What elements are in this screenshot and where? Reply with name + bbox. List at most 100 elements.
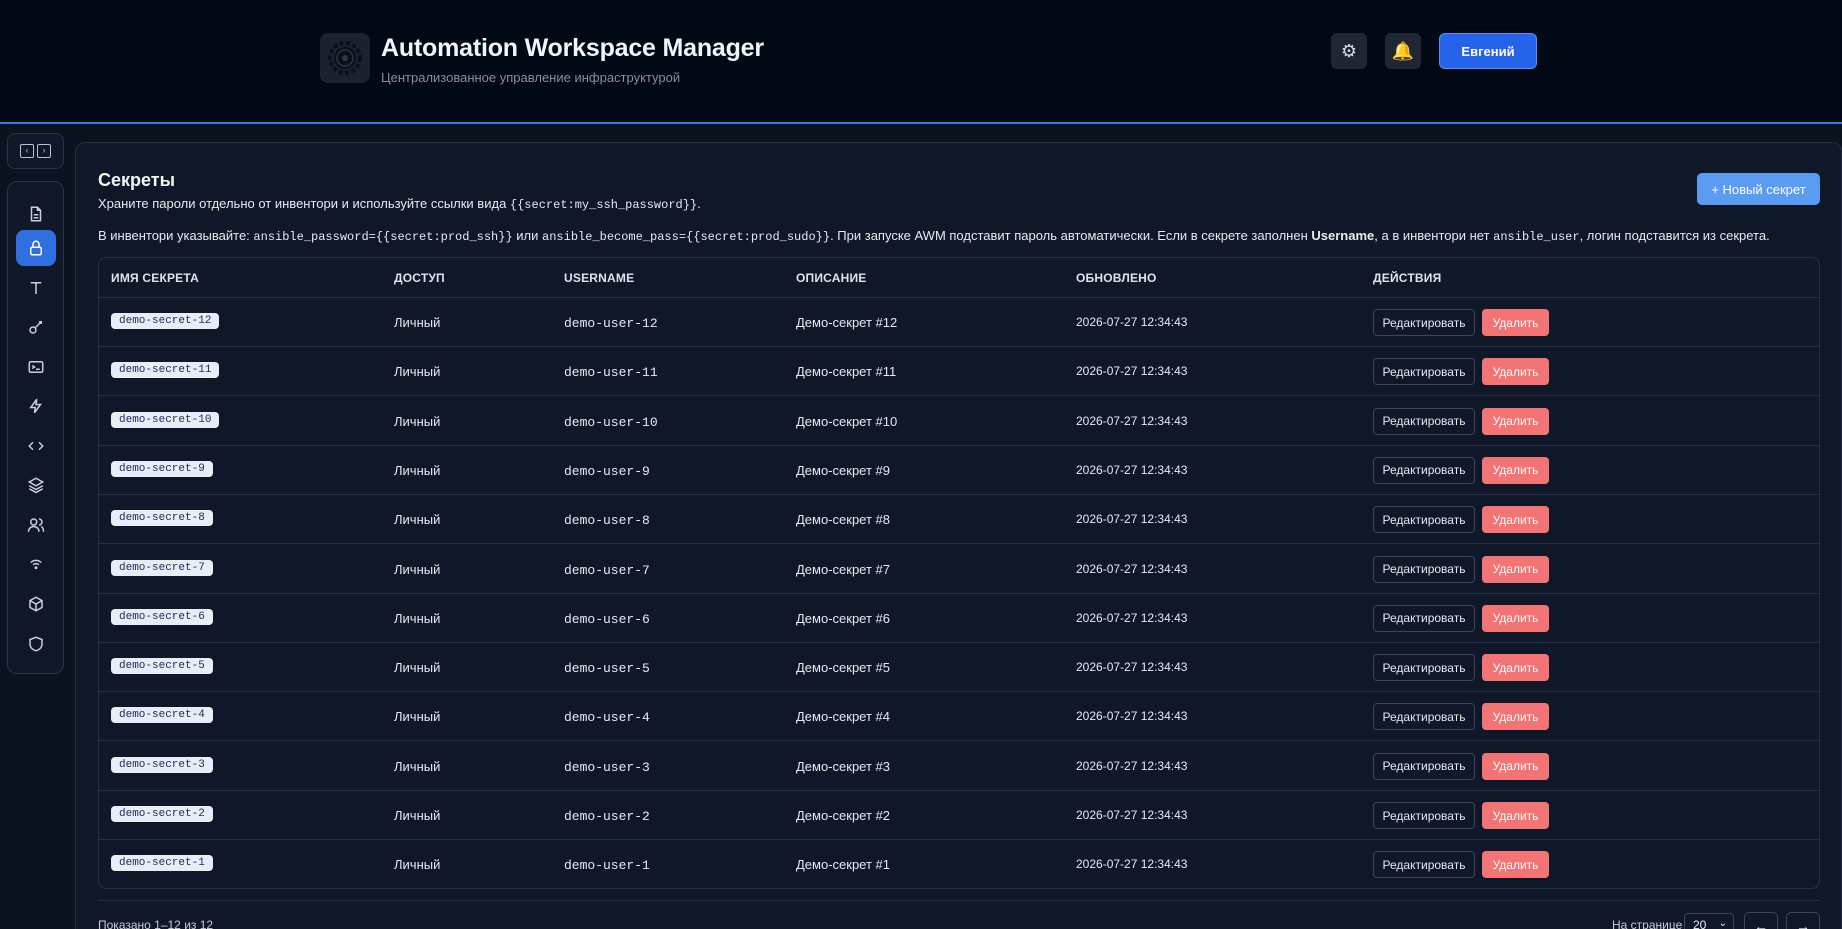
- edit-button[interactable]: Редактировать: [1373, 802, 1475, 829]
- gear-icon: ⚙: [1340, 40, 1358, 61]
- footer-divider: [98, 900, 1820, 901]
- column-header-access: ДОСТУП: [394, 271, 445, 285]
- wifi-icon: [30, 559, 42, 570]
- delete-button[interactable]: Удалить: [1482, 851, 1549, 879]
- secret-name-badge: demo-secret-7: [111, 559, 213, 576]
- updated-cell: 2026-07-27 12:34:43: [1076, 315, 1188, 329]
- layers-icon: [27, 477, 45, 494]
- document-icon: [30, 206, 42, 222]
- arrow-left-icon: ←: [1754, 918, 1768, 929]
- updated-cell: 2026-07-27 12:34:43: [1076, 709, 1188, 724]
- app-header: Automation Workspace Manager Централизов…: [0, 0, 1842, 124]
- edit-button[interactable]: Редактировать: [1373, 752, 1475, 780]
- table-row: demo-secret-11 Личный demo-user-11 Демо-сек…: [99, 347, 1819, 397]
- edit-button[interactable]: Редактировать: [1373, 456, 1475, 484]
- chevron-down-icon: ⌄: [1718, 918, 1727, 929]
- updated-cell: 2026-07-27 12:34:43: [1076, 413, 1188, 428]
- delete-button[interactable]: Удалить: [1482, 456, 1549, 484]
- sidebar-item-packages[interactable]: [16, 586, 56, 622]
- sidebar-item-security[interactable]: [16, 626, 56, 662]
- secret-name-badge: demo-secret-9: [111, 460, 213, 477]
- bell-icon: 🔔: [1391, 40, 1415, 61]
- description-cell: Демо-секрет #10: [796, 413, 898, 429]
- delete-button[interactable]: Удалить: [1482, 752, 1549, 780]
- edit-button[interactable]: Редактировать: [1373, 309, 1475, 336]
- delete-button[interactable]: Удалить: [1482, 358, 1549, 386]
- delete-button[interactable]: Удалить: [1482, 604, 1549, 632]
- page-title: Секреты: [98, 170, 175, 190]
- updated-cell: 2026-07-27 12:34:43: [1076, 758, 1188, 773]
- delete-button[interactable]: Удалить: [1482, 802, 1549, 829]
- username-cell: demo-user-8: [564, 513, 650, 529]
- username-cell: demo-user-6: [564, 611, 650, 627]
- table-row: demo-secret-10 Личный demo-user-10 Демо-сек…: [99, 397, 1819, 446]
- delete-button[interactable]: Удалить: [1482, 703, 1549, 731]
- prev-page-button[interactable]: ←: [1744, 912, 1778, 929]
- secret-name-badge: demo-secret-8: [111, 510, 213, 527]
- table-row: demo-secret-9 Личный demo-user-9 Демо-секре…: [99, 446, 1819, 495]
- text-icon: [30, 282, 42, 294]
- updated-cell: 2026-07-27 12:34:43: [1076, 660, 1188, 675]
- access-cell: Личный: [394, 857, 441, 873]
- sidebar-item-network[interactable]: [16, 546, 56, 582]
- gear-logo-icon: [320, 33, 370, 83]
- sidebar-item-templates[interactable]: [16, 270, 56, 306]
- username-cell: demo-user-5: [564, 661, 650, 677]
- lock-icon: [30, 240, 42, 256]
- secret-name-badge: demo-secret-1: [111, 855, 213, 872]
- notifications-button[interactable]: 🔔: [1385, 33, 1421, 69]
- sidebar-item-users[interactable]: [16, 507, 56, 543]
- settings-button[interactable]: ⚙: [1331, 33, 1367, 69]
- column-header-username: USERNAME: [564, 271, 635, 285]
- new-secret-button[interactable]: + Новый секрет: [1697, 173, 1820, 205]
- edit-button[interactable]: Редактировать: [1373, 703, 1475, 731]
- per-page-select[interactable]: 20 ⌄: [1684, 913, 1734, 929]
- access-cell: Личный: [394, 561, 441, 577]
- page-description: Храните пароли отдельно от инвентори и и…: [98, 196, 701, 212]
- access-cell: Личный: [394, 808, 441, 823]
- sidebar-item-keys[interactable]: [16, 309, 56, 345]
- delete-button[interactable]: Удалить: [1482, 506, 1549, 534]
- delete-button[interactable]: Удалить: [1482, 309, 1549, 336]
- edit-button[interactable]: Редактировать: [1373, 851, 1475, 879]
- delete-button[interactable]: Удалить: [1482, 555, 1549, 583]
- edit-button[interactable]: Редактировать: [1373, 654, 1475, 682]
- username-cell: demo-user-12: [564, 316, 658, 331]
- username-cell: demo-user-1: [564, 858, 650, 874]
- secret-name-badge: demo-secret-3: [111, 756, 213, 773]
- arrow-right-icon: →: [1796, 918, 1810, 929]
- sidebar-item-code[interactable]: [16, 428, 56, 464]
- username-cell: demo-user-3: [564, 759, 650, 775]
- edit-button[interactable]: Редактировать: [1373, 407, 1475, 435]
- edit-button[interactable]: Редактировать: [1373, 555, 1475, 583]
- sidebar-item-automation[interactable]: [16, 388, 56, 424]
- expand-right-icon: ›: [37, 144, 51, 158]
- user-menu-button[interactable]: Евгений: [1439, 33, 1537, 69]
- username-cell: demo-user-11: [564, 365, 658, 381]
- column-header-updated: ОБНОВЛЕНО: [1076, 271, 1157, 285]
- access-cell: Личный: [394, 709, 441, 725]
- next-page-button[interactable]: →: [1786, 912, 1820, 929]
- sidebar-item-secrets[interactable]: [16, 230, 56, 266]
- collapse-left-icon: ‹: [20, 144, 34, 158]
- table-row: demo-secret-4 Личный demo-user-4 Демо-секре…: [99, 692, 1819, 742]
- users-icon: [27, 518, 45, 532]
- updated-cell: 2026-07-27 12:34:43: [1076, 561, 1188, 576]
- secret-name-badge: demo-secret-11: [111, 362, 220, 379]
- description-cell: Демо-секрет #4: [796, 709, 891, 725]
- updated-cell: 2026-07-27 12:34:43: [1076, 610, 1188, 625]
- updated-cell: 2026-07-27 12:34:43: [1076, 462, 1188, 477]
- delete-button[interactable]: Удалить: [1482, 654, 1549, 682]
- terminal-icon: [28, 361, 44, 373]
- table-row: demo-secret-7 Личный demo-user-7 Демо-секре…: [99, 545, 1819, 594]
- sidebar-item-layers[interactable]: [16, 467, 56, 503]
- edit-button[interactable]: Редактировать: [1373, 604, 1475, 632]
- sidebar-item-terminal[interactable]: [16, 349, 56, 385]
- sidebar: [7, 181, 64, 674]
- table-row: demo-secret-2 Личный demo-user-2 Демо-секре…: [99, 791, 1819, 840]
- edit-button[interactable]: Редактировать: [1373, 358, 1475, 386]
- sidebar-toggle-button[interactable]: ‹ ›: [7, 133, 64, 169]
- edit-button[interactable]: Редактировать: [1373, 506, 1475, 534]
- sidebar-item-documents[interactable]: [16, 196, 56, 232]
- delete-button[interactable]: Удалить: [1482, 407, 1549, 435]
